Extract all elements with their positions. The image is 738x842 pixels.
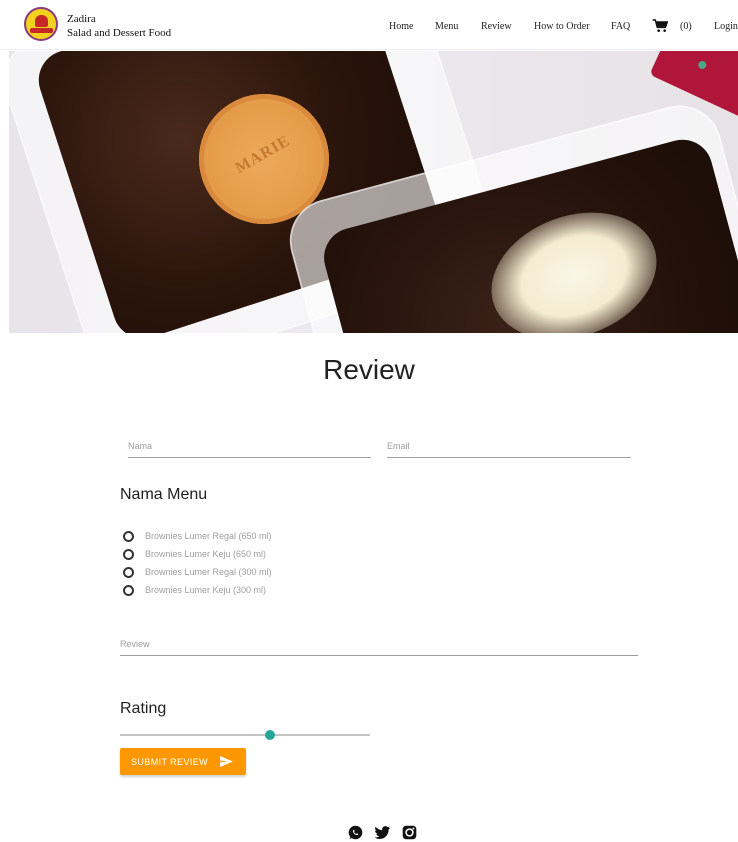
logo-cup-icon xyxy=(35,15,48,27)
email-field-wrapper xyxy=(387,436,631,458)
nav-menu-link[interactable]: Menu xyxy=(435,21,458,32)
submit-review-label: SUBMIT REVIEW xyxy=(131,756,209,767)
menu-option-1[interactable]: Brownies Lumer Regal (650 ml) xyxy=(123,529,272,543)
radio-button[interactable] xyxy=(123,566,134,578)
review-input[interactable] xyxy=(120,634,638,649)
brand-logo[interactable] xyxy=(24,7,58,41)
cart-icon[interactable] xyxy=(652,19,668,33)
review-title: Review xyxy=(323,354,415,385)
cart-count[interactable]: (0) xyxy=(680,21,692,32)
social-links xyxy=(347,824,418,841)
menu-option-3[interactable]: Brownies Lumer Regal (300 ml) xyxy=(123,565,272,579)
nav-home-link[interactable]: Home xyxy=(389,21,413,32)
menu-option-4[interactable]: Brownies Lumer Keju (300 ml) xyxy=(123,583,266,597)
nav-faq-link[interactable]: FAQ xyxy=(611,21,630,32)
rating-label: Rating xyxy=(120,700,167,717)
logo-band xyxy=(30,28,53,33)
radio-button[interactable] xyxy=(123,584,134,596)
menu-option-label: Brownies Lumer Regal (650 ml) xyxy=(145,531,272,541)
menu-option-label: Brownies Lumer Keju (650 ml) xyxy=(145,549,267,559)
nav-review-link[interactable]: Review xyxy=(481,21,512,32)
brand-name: Zadira xyxy=(67,13,96,25)
twitter-icon[interactable] xyxy=(374,824,391,841)
brand-text[interactable]: Zadira Salad and Dessert Food xyxy=(67,12,171,40)
radio-button[interactable] xyxy=(123,548,134,560)
menu-option-label: Brownies Lumer Regal (300 ml) xyxy=(145,567,272,577)
nav-how-to-order-link[interactable]: How to Order xyxy=(534,21,590,32)
name-input[interactable] xyxy=(128,436,371,451)
brand-tagline: Salad and Dessert Food xyxy=(67,27,172,39)
hero-image: MARIE xyxy=(9,51,738,333)
rating-slider[interactable] xyxy=(120,730,370,740)
review-field-wrapper xyxy=(120,634,638,656)
instagram-icon[interactable] xyxy=(401,824,418,841)
name-field-wrapper xyxy=(128,436,371,458)
menu-label: Nama Menu xyxy=(120,486,208,503)
nav-login-link[interactable]: Login xyxy=(714,21,738,32)
navbar: Zadira Salad and Dessert Food Home Menu … xyxy=(0,0,738,50)
menu-option-2[interactable]: Brownies Lumer Keju (650 ml) xyxy=(123,547,266,561)
menu-option-label: Brownies Lumer Keju (300 ml) xyxy=(145,585,267,595)
radio-button[interactable] xyxy=(123,530,134,542)
whatsapp-icon[interactable] xyxy=(347,824,364,841)
rating-slider-thumb[interactable] xyxy=(265,730,275,740)
email-input[interactable] xyxy=(387,436,631,451)
send-icon xyxy=(220,756,233,767)
submit-review-button[interactable]: SUBMIT REVIEW xyxy=(120,748,246,775)
